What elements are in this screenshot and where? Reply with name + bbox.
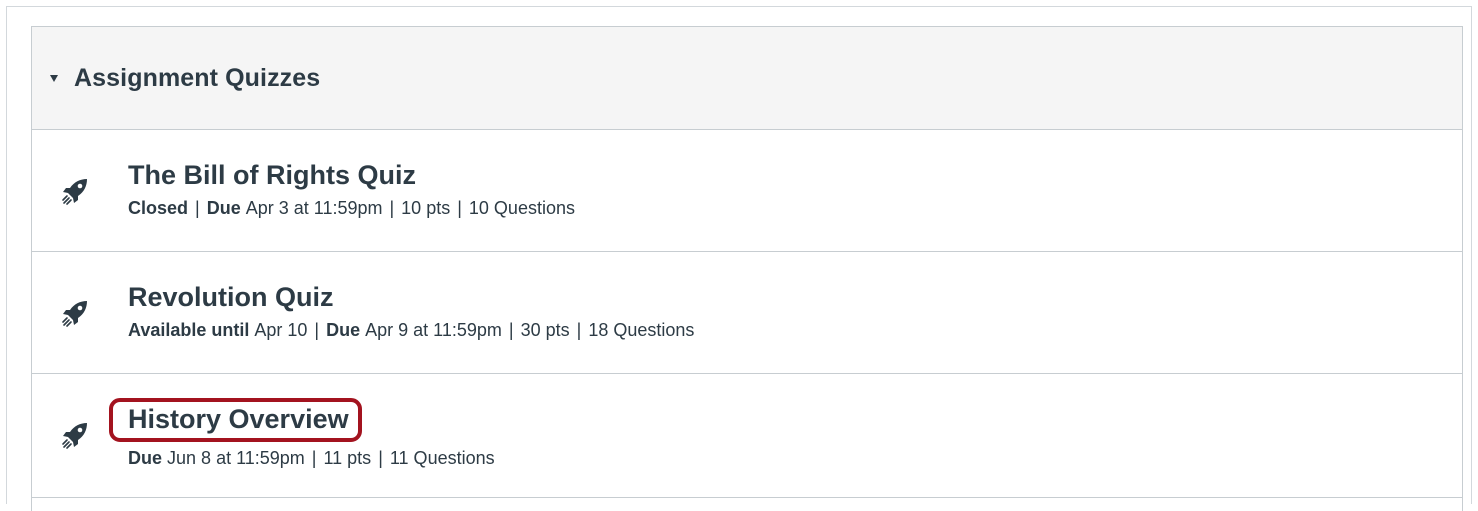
- availability-label: Available until: [128, 320, 250, 340]
- quiz-meta: Available until Apr 10 | Due Apr 9 at 11:5…: [128, 320, 694, 341]
- quiz-points: 11 pts: [323, 448, 372, 468]
- separator: |: [576, 320, 582, 340]
- rocket-icon: [62, 301, 87, 327]
- rocket-icon: [62, 423, 87, 449]
- separator: |: [389, 198, 395, 218]
- quiz-group-title: Assignment Quizzes: [74, 63, 321, 92]
- separator: |: [311, 448, 317, 468]
- quiz-group-header[interactable]: Assignment Quizzes: [32, 27, 1462, 130]
- quiz-row: The Bill of Rights Quiz Closed | Due Apr 3…: [32, 130, 1462, 252]
- quiz-questions: 18 Questions: [588, 320, 695, 340]
- due-label: Due: [206, 198, 241, 218]
- content-frame: Assignment Quizzes The Bill of Rights Qu…: [6, 6, 1472, 511]
- rocket-icon: [62, 179, 87, 205]
- due-label: Due: [326, 320, 361, 340]
- quiz-questions: 10 Questions: [468, 198, 575, 218]
- quiz-title-link[interactable]: The Bill of Rights Quiz: [128, 158, 416, 192]
- quiz-title-link[interactable]: Revolution Quiz: [128, 280, 334, 314]
- availability-date: Apr 10: [254, 320, 308, 340]
- separator: |: [314, 320, 320, 340]
- due-date: Jun 8 at 11:59pm: [167, 448, 305, 468]
- quiz-meta: Due Jun 8 at 11:59pm | 11 pts | 11 Questions: [128, 448, 495, 469]
- due-date: Apr 9 at 11:59pm: [365, 320, 502, 340]
- quiz-title-link[interactable]: History Overview: [109, 398, 362, 442]
- quiz-row: History Overview Due Jun 8 at 11:59pm | 11…: [32, 374, 1462, 498]
- quiz-points: 30 pts: [520, 320, 570, 340]
- quiz-status: Closed: [128, 198, 189, 218]
- caret-down-icon[interactable]: [50, 75, 58, 82]
- quiz-points: 10 pts: [401, 198, 451, 218]
- separator: |: [508, 320, 514, 340]
- separator: |: [457, 198, 462, 218]
- separator: |: [195, 198, 200, 218]
- due-date: Apr 3 at 11:59pm: [245, 198, 383, 218]
- quiz-group-panel: Assignment Quizzes The Bill of Rights Qu…: [31, 26, 1463, 511]
- separator: |: [378, 448, 383, 468]
- quiz-questions: 11 Questions: [389, 448, 495, 468]
- quiz-row: Revolution Quiz Available until Apr 10 | D…: [32, 252, 1462, 374]
- quiz-meta: Closed | Due Apr 3 at 11:59pm | 10 pts | 10 Qu…: [128, 198, 575, 219]
- due-label: Due: [128, 448, 163, 468]
